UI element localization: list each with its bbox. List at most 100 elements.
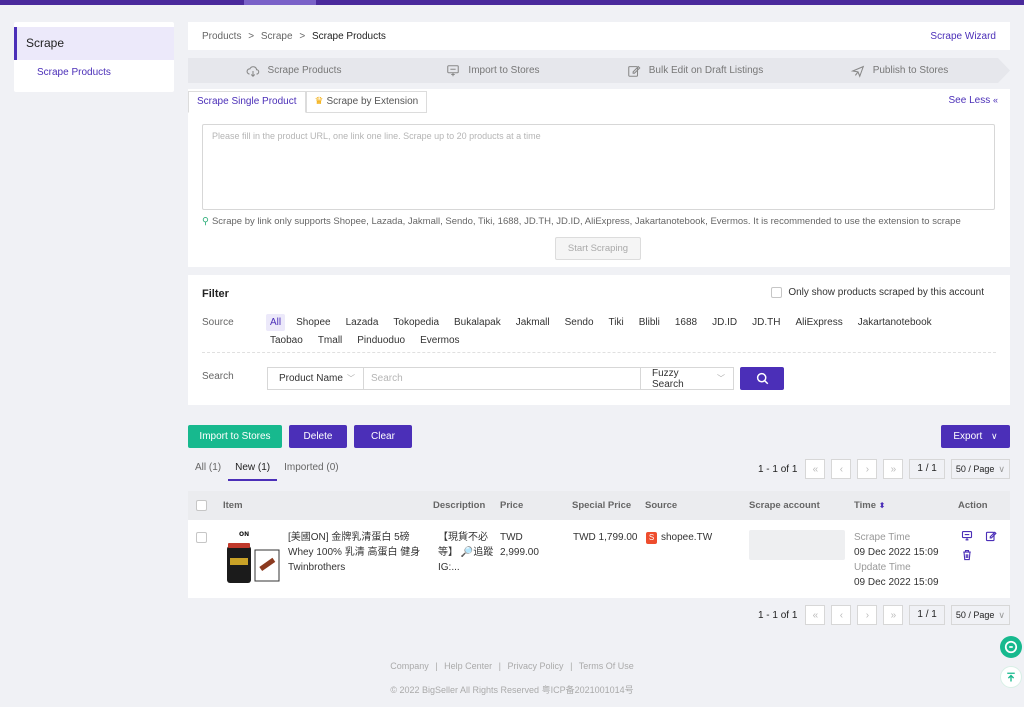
sidebar-group-scrape[interactable]: Scrape [14, 27, 174, 60]
import-icon[interactable] [961, 530, 973, 542]
search-field-select[interactable]: Product Name ﹀ [267, 367, 364, 390]
see-less-toggle[interactable]: See Less « [949, 95, 999, 106]
search-mode-select[interactable]: Fuzzy Search ﹀ [640, 367, 734, 390]
page-size-select[interactable]: 50 / Page ∨ [950, 605, 1010, 625]
step-bulk-edit[interactable]: Bulk Edit on Draft Listings [587, 58, 803, 83]
workflow-steps: Scrape Products Import to Stores Bulk Ed… [188, 58, 1010, 83]
page-size-select[interactable]: 50 / Page ∨ [950, 459, 1010, 479]
page-indicator[interactable]: 1 / 1 [909, 459, 945, 479]
step-label: Import to Stores [468, 65, 540, 76]
clear-button[interactable]: Clear [354, 425, 412, 448]
tab-new[interactable]: New (1) [228, 462, 278, 481]
page-indicator[interactable]: 1 / 1 [909, 605, 945, 625]
product-url-input[interactable] [202, 124, 995, 210]
header-time[interactable]: Time ⬍ [854, 500, 885, 511]
source-option[interactable]: Lazada [342, 314, 383, 331]
footer-copyright: © 2022 BigSeller All Rights Reserved 粤IC… [390, 685, 634, 695]
source-option[interactable]: Tokopedia [389, 314, 443, 331]
product-title[interactable]: [美國ON] 金牌乳清蛋白 5磅 Whey 100% 乳清 高蛋白 健身 Twi… [288, 530, 426, 575]
next-page-button[interactable]: › [857, 459, 878, 479]
source-list: All Shopee Lazada Tokopedia Bukalapak Jakmall… [266, 314, 986, 349]
search-button[interactable] [740, 367, 784, 390]
top-nav-active-tab[interactable] [244, 0, 316, 5]
first-page-button[interactable]: « [805, 605, 826, 625]
filter-title: Filter [202, 288, 229, 300]
export-button[interactable]: Export ∨ [941, 425, 1010, 448]
source-option[interactable]: Bukalapak [450, 314, 505, 331]
import-icon [446, 64, 460, 78]
price-currency: TWD [500, 532, 523, 543]
header-source: Source [645, 500, 678, 511]
import-to-stores-button[interactable]: Import to Stores [188, 425, 282, 448]
source-option[interactable]: AliExpress [791, 314, 846, 331]
last-page-button[interactable]: » [883, 605, 904, 625]
export-label: Export [953, 431, 983, 442]
tab-scrape-by-extension[interactable]: ♛ Scrape by Extension [305, 91, 428, 113]
source-option[interactable]: 1688 [671, 314, 701, 331]
breadcrumb-scrape[interactable]: Scrape [261, 31, 293, 42]
source-option[interactable]: Taobao [266, 332, 307, 349]
select-all-checkbox[interactable] [196, 500, 207, 511]
start-scraping-button[interactable]: Start Scraping [555, 237, 641, 260]
next-page-button[interactable]: › [857, 605, 878, 625]
tab-scrape-single-product[interactable]: Scrape Single Product [188, 91, 306, 113]
chat-support-button[interactable] [1000, 636, 1022, 658]
product-thumbnail[interactable]: ON [223, 528, 280, 585]
source-option[interactable]: All [266, 314, 286, 331]
only-mine-checkbox[interactable] [771, 287, 783, 298]
source-option[interactable]: Tiki [605, 314, 628, 331]
lightbulb-icon: ⚲ [202, 216, 209, 227]
source-option[interactable]: Shopee [292, 314, 334, 331]
pagination-top: 1 - 1 of 1 « ‹ › » 1 / 1 50 / Page ∨ [758, 459, 1010, 479]
step-import-to-stores[interactable]: Import to Stores [385, 58, 601, 83]
table-row: ON [美國ON] 金牌乳清蛋白 5磅 Whey 100% 乳清 高蛋白 健身 … [188, 520, 1010, 598]
breadcrumb-separator: > [299, 30, 306, 42]
source-option[interactable]: Sendo [561, 314, 598, 331]
source-option[interactable]: Jakartanotebook [854, 314, 936, 331]
row-checkbox[interactable] [196, 532, 207, 543]
source-option[interactable]: Jakmall [512, 314, 554, 331]
source-option[interactable]: JD.ID [708, 314, 741, 331]
prev-page-button[interactable]: ‹ [831, 459, 852, 479]
step-scrape-products[interactable]: Scrape Products [188, 58, 399, 83]
search-row: Product Name ﹀ Fuzzy Search ﹀ [267, 367, 784, 390]
source-option[interactable]: Blibli [635, 314, 664, 331]
tab-imported[interactable]: Imported (0) [284, 462, 338, 481]
step-publish-to-stores[interactable]: Publish to Stores [789, 58, 1010, 83]
source-option[interactable]: JD.TH [748, 314, 784, 331]
scrape-wizard-link[interactable]: Scrape Wizard [930, 31, 996, 42]
delete-button[interactable]: Delete [289, 425, 347, 448]
edit-icon [627, 64, 641, 78]
product-description: 【現貨不必等】 🔎追蹤IG:... [438, 532, 494, 573]
trash-icon[interactable] [961, 549, 973, 561]
source-option[interactable]: Evermos [416, 332, 463, 349]
footer-help-link[interactable]: Help Center [444, 661, 492, 671]
scrape-time: 09 Dec 2022 15:09 [854, 547, 939, 558]
breadcrumb-products[interactable]: Products [202, 31, 241, 42]
source-option[interactable]: Pinduoduo [353, 332, 409, 349]
breadcrumb-separator: > [248, 30, 255, 42]
chevron-down-icon: ∨ [991, 431, 998, 441]
filter-divider [202, 352, 996, 353]
footer-privacy-link[interactable]: Privacy Policy [508, 661, 564, 671]
shopee-icon: S [646, 531, 657, 544]
scrape-account-redacted [749, 530, 845, 560]
footer-company-link[interactable]: Company [390, 661, 429, 671]
source-option[interactable]: Tmall [314, 332, 346, 349]
first-page-button[interactable]: « [805, 459, 826, 479]
product-source[interactable]: S shopee.TW [646, 530, 712, 545]
back-to-top-button[interactable] [1000, 666, 1022, 688]
search-input[interactable] [364, 367, 640, 390]
scrape-time-label: Scrape Time [854, 532, 911, 543]
sidebar-item-scrape-products[interactable]: Scrape Products [14, 60, 174, 86]
chat-icon [1004, 640, 1018, 654]
tab-all[interactable]: All (1) [195, 462, 221, 481]
last-page-button[interactable]: » [883, 459, 904, 479]
search-field-value: Product Name [279, 373, 343, 384]
edit-icon[interactable] [985, 530, 997, 542]
prev-page-button[interactable]: ‹ [831, 605, 852, 625]
only-mine-option[interactable]: Only show products scraped by this accou… [771, 287, 984, 298]
footer-terms-link[interactable]: Terms Of Use [579, 661, 634, 671]
pagination-bottom: 1 - 1 of 1 « ‹ › » 1 / 1 50 / Page ∨ [758, 605, 1010, 625]
crown-icon: ♛ [314, 96, 324, 107]
